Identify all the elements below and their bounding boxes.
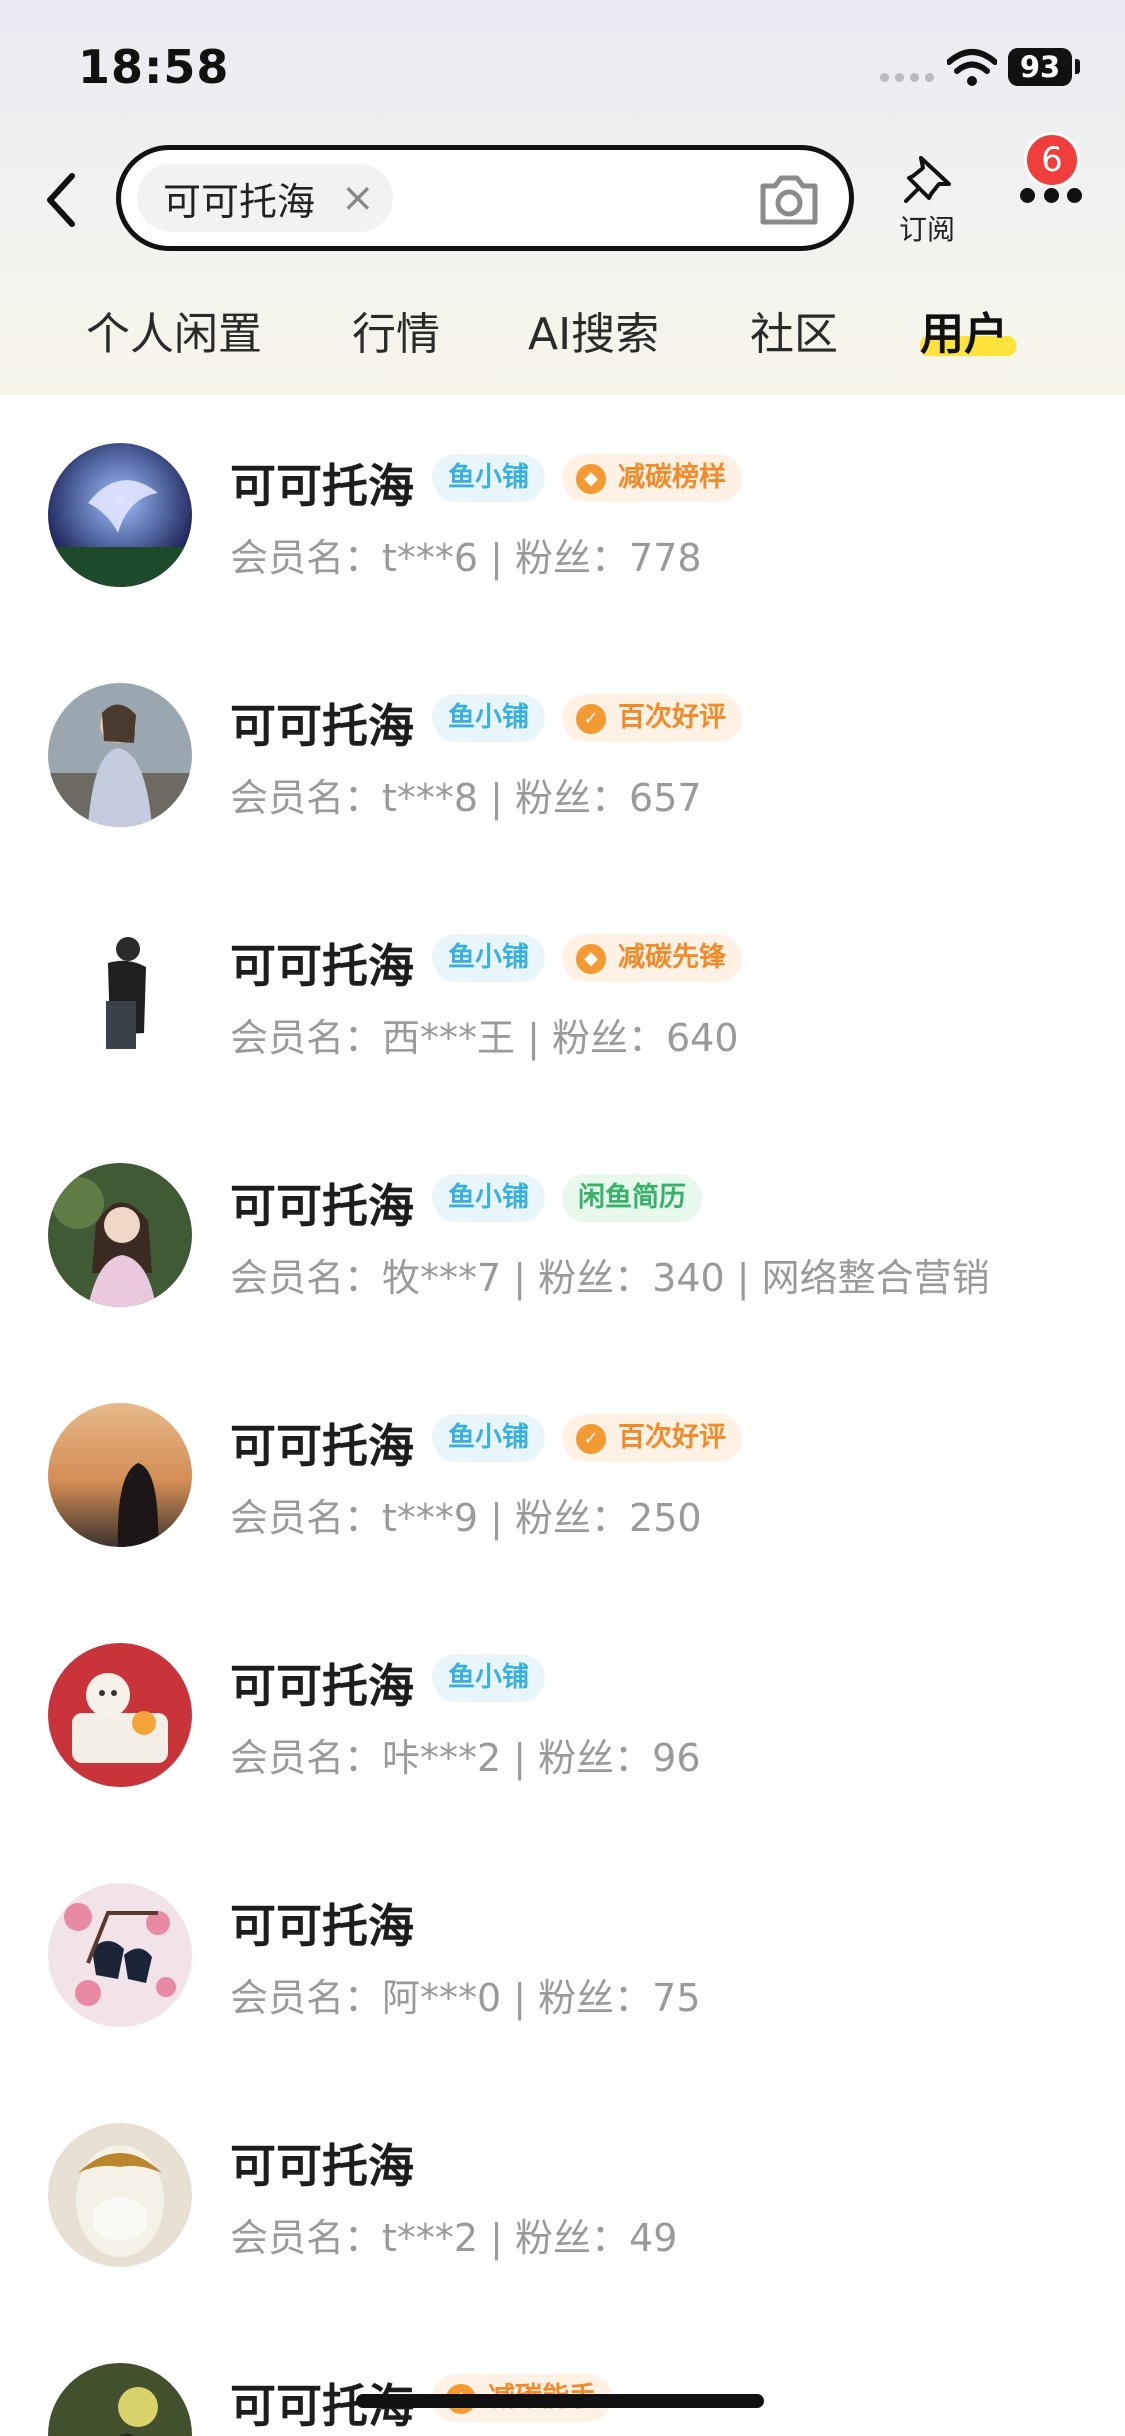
member-info: 会员名：t***8 | 粉丝：657 — [230, 776, 702, 820]
member-info: 会员名：t***2 | 粉丝：49 — [230, 2216, 678, 2260]
user-row[interactable]: 可可托海 鱼小铺 ◆ 减碳榜样 会员名：t***6 | 粉丝：778 — [0, 395, 1125, 635]
member-info: 会员名：t***6 | 粉丝：778 — [230, 536, 702, 580]
resume-tag: 闲鱼简历 — [562, 1174, 702, 1222]
honor-coin-icon: ◆ — [576, 944, 606, 974]
member-info: 会员名：牧***7 | 粉丝：340 | 网络整合营销 — [230, 1256, 990, 1300]
honor-coin-icon: ✓ — [576, 1424, 606, 1454]
member-info: 会员名：t***9 | 粉丝：250 — [230, 1496, 702, 1540]
avatar[interactable] — [48, 1403, 192, 1547]
user-row[interactable]: 可可托海 ◆减碳能手 — [0, 2315, 1125, 2436]
notification-badge: 6 — [1024, 132, 1080, 188]
shop-tag: 鱼小铺 — [432, 1654, 545, 1702]
subscribe-button[interactable]: 订阅 — [890, 154, 964, 248]
search-input[interactable]: 可可托海 × — [116, 145, 854, 251]
search-query-text: 可可托海 — [163, 179, 316, 224]
wifi-icon — [947, 49, 997, 86]
app-screen: 18:58 93 可可托海 × 订阅 6 个人闲置 行情 AI搜索 社区 用户 … — [0, 0, 1125, 2436]
honor-tag-label: 百次好评 — [618, 702, 726, 733]
shop-tag: 鱼小铺 — [432, 1414, 545, 1462]
member-info: 会员名：咔***2 | 粉丝：96 — [230, 1736, 701, 1780]
camera-icon[interactable] — [757, 170, 821, 228]
subscribe-label: 订阅 — [898, 213, 955, 246]
user-name: 可可托海 — [230, 459, 414, 513]
clear-query-icon[interactable]: × — [341, 178, 375, 218]
honor-coin-icon: ✓ — [576, 704, 606, 734]
honor-coin-icon: ◆ — [576, 464, 606, 494]
avatar[interactable] — [48, 1163, 192, 1307]
avatar[interactable] — [48, 683, 192, 827]
honor-tag-label: 百次好评 — [618, 1422, 726, 1453]
user-name: 可可托海 — [230, 939, 414, 993]
shop-tag: 鱼小铺 — [432, 454, 545, 502]
user-row[interactable]: 可可托海 会员名：t***2 | 粉丝：49 — [0, 2075, 1125, 2315]
shop-tag: 鱼小铺 — [432, 694, 545, 742]
user-row[interactable]: 可可托海 会员名：阿***0 | 粉丝：75 — [0, 1835, 1125, 2075]
active-tab-layer: 用户 — [0, 298, 1125, 368]
user-name: 可可托海 — [230, 2139, 414, 2193]
tab-users[interactable]: 用户 — [920, 298, 1008, 362]
avatar[interactable] — [48, 1643, 192, 1787]
shop-tag: 鱼小铺 — [432, 1174, 545, 1222]
avatar[interactable] — [48, 2363, 192, 2436]
avatar[interactable] — [48, 2123, 192, 2267]
honor-tag: ◆ 减碳榜样 — [562, 454, 742, 502]
search-query-chip[interactable]: 可可托海 × — [137, 164, 393, 232]
honor-tag: ✓ 百次好评 — [562, 1414, 742, 1462]
user-row[interactable]: 可可托海 鱼小铺 闲鱼简历 会员名：牧***7 | 粉丝：340 | 网络整合营… — [0, 1115, 1125, 1355]
home-indicator[interactable] — [356, 2394, 764, 2408]
cellular-signal-icon — [880, 73, 934, 82]
honor-tag: ✓ 百次好评 — [562, 694, 742, 742]
user-name: 可可托海 — [230, 1659, 414, 1713]
honor-tag: ◆ 减碳先锋 — [562, 934, 742, 982]
user-row[interactable]: 可可托海 鱼小铺 ◆ 减碳先锋 会员名：西***王 | 粉丝：640 — [0, 875, 1125, 1115]
more-icon[interactable] — [1020, 188, 1082, 208]
user-row[interactable]: 可可托海 鱼小铺 会员名：咔***2 | 粉丝：96 — [0, 1595, 1125, 1835]
avatar[interactable] — [48, 443, 192, 587]
user-row[interactable]: 可可托海 鱼小铺 ✓ 百次好评 会员名：t***9 | 粉丝：250 — [0, 1355, 1125, 1595]
user-name: 可可托海 — [230, 699, 414, 753]
user-row[interactable]: 可可托海 鱼小铺 ✓ 百次好评 会员名：t***8 | 粉丝：657 — [0, 635, 1125, 875]
shop-tag: 鱼小铺 — [432, 934, 545, 982]
member-info: 会员名：阿***0 | 粉丝：75 — [230, 1976, 701, 2020]
pin-icon — [904, 156, 951, 203]
avatar[interactable] — [48, 923, 192, 1067]
user-name: 可可托海 — [230, 1419, 414, 1473]
honor-tag-label: 减碳榜样 — [618, 462, 726, 493]
battery-icon: 93 — [1008, 48, 1072, 86]
status-time: 18:58 — [78, 40, 230, 94]
honor-tag-label: 减碳先锋 — [618, 942, 726, 973]
user-name: 可可托海 — [230, 1179, 414, 1233]
battery-tip — [1075, 59, 1080, 74]
user-name: 可可托海 — [230, 1899, 414, 1953]
back-icon[interactable] — [40, 168, 84, 232]
member-info: 会员名：西***王 | 粉丝：640 — [230, 1016, 739, 1060]
avatar[interactable] — [48, 1883, 192, 2027]
